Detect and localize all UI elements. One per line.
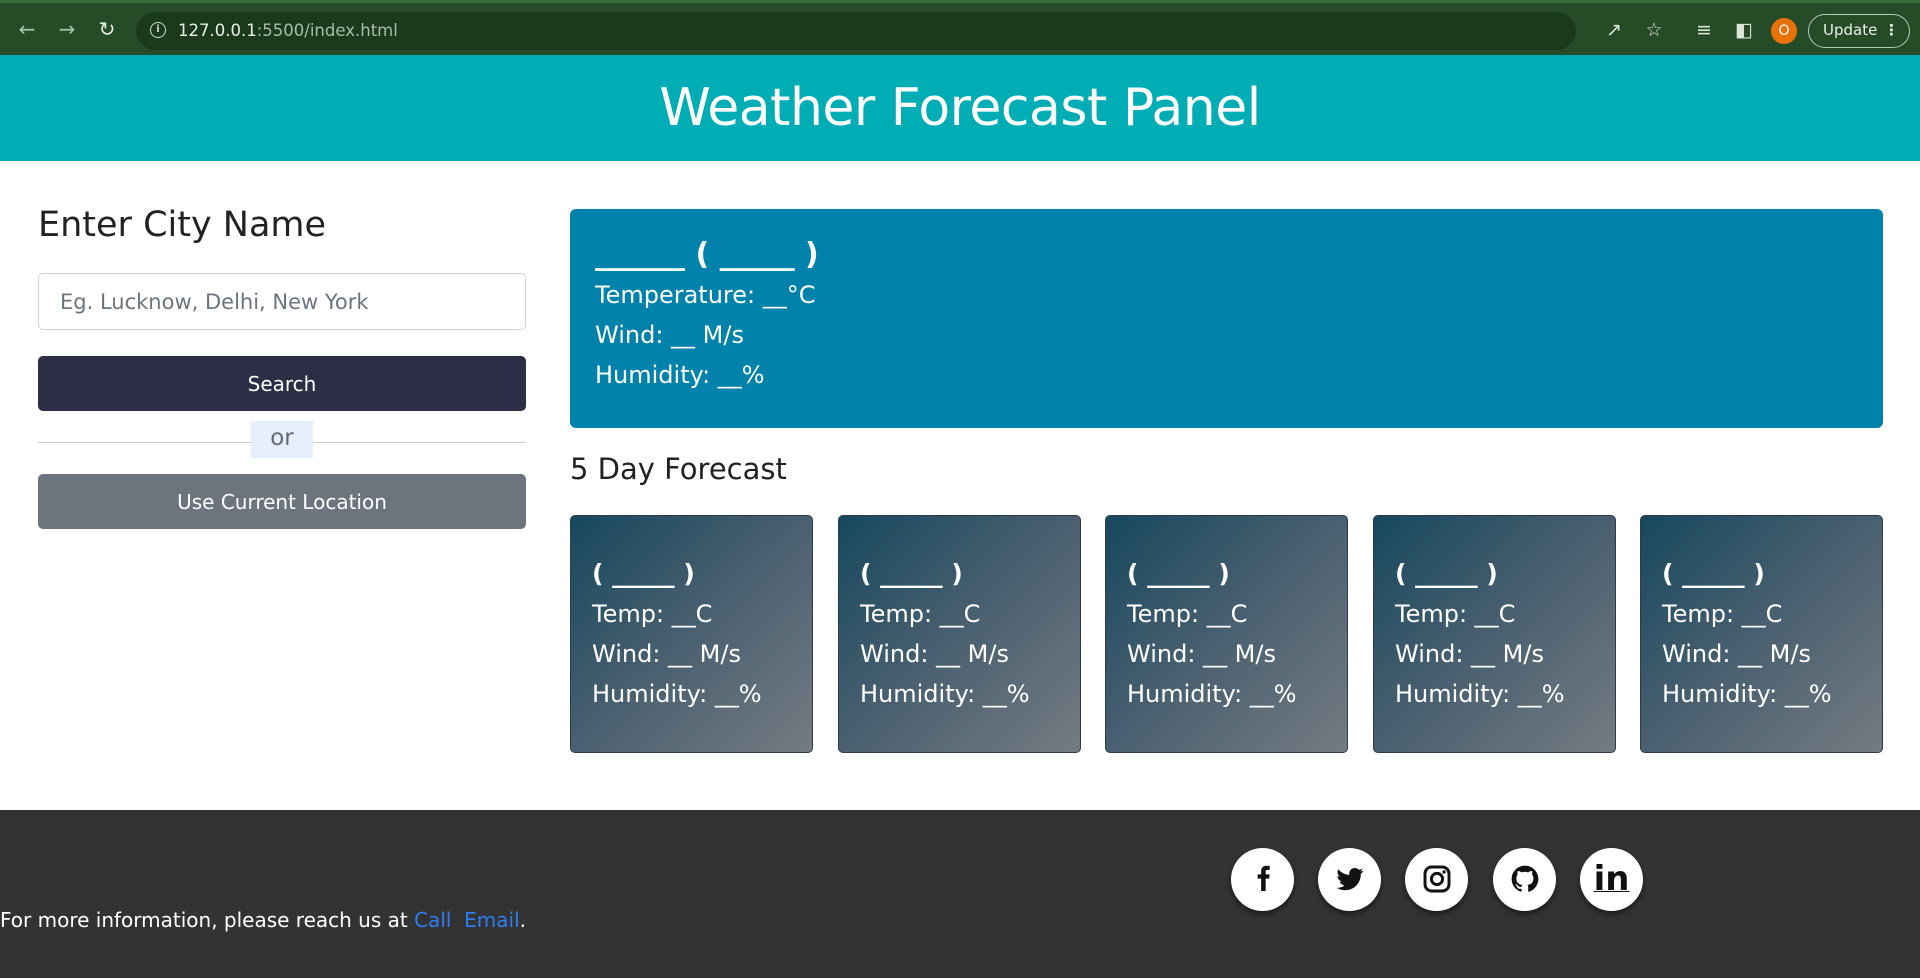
search-title: Enter City Name — [38, 205, 327, 245]
footer-text-prefix: For more information, please reach us at — [0, 908, 415, 932]
current-humidity: Humidity: __% — [595, 361, 765, 389]
side-panel-icon[interactable]: ◧ — [1732, 18, 1756, 42]
update-button[interactable]: Update ⋮ — [1808, 14, 1910, 48]
share-icon[interactable]: ↗ — [1602, 18, 1626, 42]
address-bar[interactable]: i 127.0.0.1:5500/index.html — [136, 12, 1576, 50]
current-wind: Wind: __ M/s — [595, 321, 744, 349]
search-button[interactable]: Search — [38, 356, 526, 411]
bookmark-star-icon[interactable]: ☆ — [1642, 18, 1666, 42]
forecast-card: ( _____ ) Temp: __C Wind: __ M/s Humidit… — [838, 515, 1081, 753]
linkedin-icon[interactable]: in — [1580, 848, 1643, 911]
forecast-humidity: Humidity: __% — [1127, 680, 1297, 708]
forecast-wind: Wind: __ M/s — [1395, 640, 1544, 668]
instagram-icon[interactable] — [1405, 848, 1468, 911]
twitter-icon[interactable] — [1318, 848, 1381, 911]
forecast-card: ( _____ ) Temp: __C Wind: __ M/s Humidit… — [1640, 515, 1883, 753]
call-link[interactable]: Call — [414, 908, 451, 932]
footer-contact-text: For more information, please reach us at… — [0, 908, 526, 932]
current-city-date: ______ ( _____ ) — [595, 237, 819, 272]
back-arrow-icon[interactable]: ← — [15, 17, 39, 41]
forecast-date: ( _____ ) — [592, 559, 695, 588]
facebook-icon[interactable] — [1231, 848, 1294, 911]
update-label: Update — [1823, 21, 1878, 39]
forecast-humidity: Humidity: __% — [1662, 680, 1832, 708]
forecast-temp: Temp: __C — [1395, 600, 1516, 628]
forecast-wind: Wind: __ M/s — [860, 640, 1009, 668]
profile-avatar[interactable]: O — [1771, 18, 1797, 44]
linkedin-label: in — [1593, 859, 1630, 899]
forecast-humidity: Humidity: __% — [1395, 680, 1565, 708]
forecast-wind: Wind: __ M/s — [1127, 640, 1276, 668]
forecast-card: ( _____ ) Temp: __C Wind: __ M/s Humidit… — [1373, 515, 1616, 753]
browser-toolbar: ← → ↻ i 127.0.0.1:5500/index.html ↗ ☆ ≡ … — [0, 0, 1920, 55]
forecast-card: ( _____ ) Temp: __C Wind: __ M/s Humidit… — [1105, 515, 1348, 753]
github-icon[interactable] — [1493, 848, 1556, 911]
reload-icon[interactable]: ↻ — [95, 17, 119, 41]
menu-dots-icon: ⋮ — [1884, 21, 1899, 39]
reading-list-icon[interactable]: ≡ — [1692, 18, 1716, 42]
forecast-date: ( _____ ) — [1395, 559, 1498, 588]
forecast-wind: Wind: __ M/s — [1662, 640, 1811, 668]
forecast-humidity: Humidity: __% — [860, 680, 1030, 708]
city-input[interactable] — [38, 273, 526, 330]
forecast-temp: Temp: __C — [1662, 600, 1783, 628]
page-header: Weather Forecast Panel — [0, 55, 1920, 161]
forecast-date: ( _____ ) — [1662, 559, 1765, 588]
forecast-date: ( _____ ) — [860, 559, 963, 588]
forecast-card: ( _____ ) Temp: __C Wind: __ M/s Humidit… — [570, 515, 813, 753]
forecast-humidity: Humidity: __% — [592, 680, 762, 708]
forecast-temp: Temp: __C — [592, 600, 713, 628]
site-info-icon[interactable]: i — [150, 22, 166, 38]
current-temperature: Temperature: __°C — [595, 281, 816, 309]
footer: For more information, please reach us at… — [0, 810, 1920, 978]
forecast-temp: Temp: __C — [1127, 600, 1248, 628]
forward-arrow-icon[interactable]: → — [55, 17, 79, 41]
footer-text-suffix: . — [519, 908, 527, 932]
email-link[interactable]: Email — [464, 908, 520, 932]
or-separator: or — [251, 421, 313, 458]
forecast-temp: Temp: __C — [860, 600, 981, 628]
page-title: Weather Forecast Panel — [659, 78, 1261, 138]
current-weather-card: ______ ( _____ ) Temperature: __°C Wind:… — [570, 209, 1883, 428]
forecast-wind: Wind: __ M/s — [592, 640, 741, 668]
url-text[interactable]: 127.0.0.1:5500/index.html — [178, 21, 398, 40]
use-current-location-button[interactable]: Use Current Location — [38, 474, 526, 529]
forecast-title: 5 Day Forecast — [570, 452, 787, 486]
forecast-date: ( _____ ) — [1127, 559, 1230, 588]
